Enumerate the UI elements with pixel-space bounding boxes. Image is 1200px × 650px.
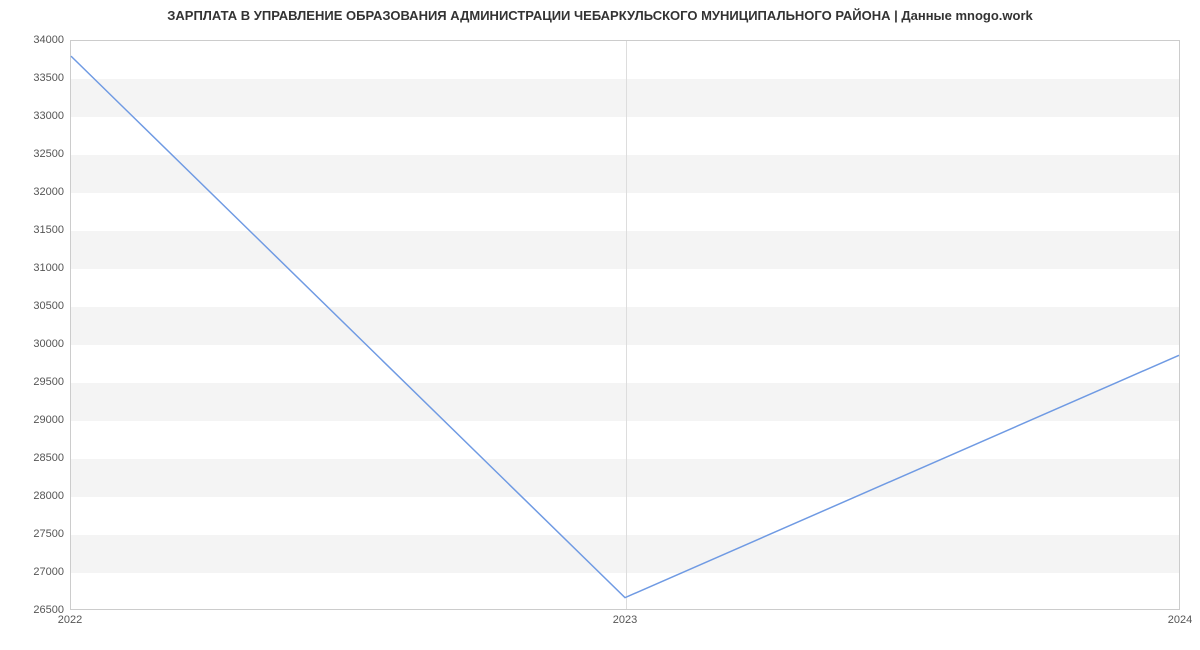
y-tick-label: 28000 <box>9 490 64 502</box>
y-tick-label: 27500 <box>9 528 64 540</box>
series-line <box>71 56 1179 597</box>
y-tick-label: 32000 <box>9 186 64 198</box>
y-tick-label: 26500 <box>9 604 64 616</box>
y-tick-label: 29500 <box>9 376 64 388</box>
x-tick-label: 2024 <box>1168 614 1192 626</box>
y-tick-label: 27000 <box>9 566 64 578</box>
y-tick-label: 30500 <box>9 300 64 312</box>
y-tick-label: 31000 <box>9 262 64 274</box>
y-tick-label: 31500 <box>9 224 64 236</box>
y-tick-label: 32500 <box>9 148 64 160</box>
y-tick-label: 33000 <box>9 110 64 122</box>
y-tick-label: 30000 <box>9 338 64 350</box>
y-tick-label: 28500 <box>9 452 64 464</box>
chart-title: ЗАРПЛАТА В УПРАВЛЕНИЕ ОБРАЗОВАНИЯ АДМИНИ… <box>0 8 1200 23</box>
chart-container: ЗАРПЛАТА В УПРАВЛЕНИЕ ОБРАЗОВАНИЯ АДМИНИ… <box>0 0 1200 650</box>
y-tick-label: 29000 <box>9 414 64 426</box>
chart-svg <box>71 41 1179 609</box>
y-tick-label: 33500 <box>9 72 64 84</box>
x-tick-label: 2022 <box>58 614 82 626</box>
y-tick-label: 34000 <box>9 34 64 46</box>
x-tick-label: 2023 <box>613 614 637 626</box>
plot-area <box>70 40 1180 610</box>
